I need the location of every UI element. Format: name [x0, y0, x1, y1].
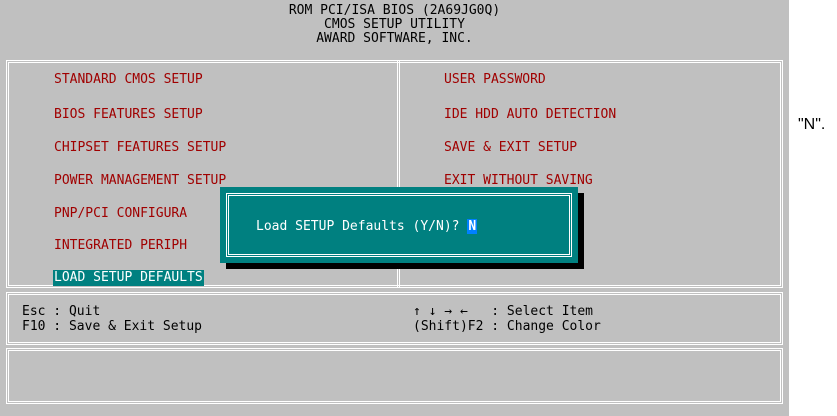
menu-item-integrated-peripherals[interactable]: INTEGRATED PERIPH	[53, 238, 188, 254]
menu-item-pnp-pci-configuration[interactable]: PNP/PCI CONFIGURA	[53, 206, 188, 222]
help-select-item: ↑ ↓ → ← : Select Item	[413, 304, 594, 319]
load-defaults-dialog: Load SETUP Defaults (Y/N)? N	[220, 187, 578, 263]
menu-item-bios-features-setup[interactable]: BIOS FEATURES SETUP	[53, 107, 204, 123]
help-change-color: (Shift)F2 : Change Color	[413, 319, 601, 334]
vendor-line: AWARD SOFTWARE, INC.	[316, 31, 473, 46]
side-caption-text: "N".	[798, 116, 826, 133]
menu-item-save-exit-setup[interactable]: SAVE & EXIT SETUP	[443, 140, 578, 156]
menu-item-chipset-features-setup[interactable]: CHIPSET FEATURES SETUP	[53, 140, 227, 156]
menu-item-load-setup-defaults[interactable]: LOAD SETUP DEFAULTS	[53, 270, 204, 286]
menu-item-ide-hdd-auto-detection[interactable]: IDE HDD AUTO DETECTION	[443, 107, 617, 123]
description-frame	[6, 348, 783, 404]
bios-setup-screen: ROM PCI/ISA BIOS (2A69JG0Q) CMOS SETUP U…	[0, 0, 789, 416]
dialog-prompt-text: Load SETUP Defaults (Y/N)?	[256, 219, 468, 234]
bios-header: ROM PCI/ISA BIOS (2A69JG0Q) CMOS SETUP U…	[0, 4, 789, 46]
menu-item-power-management-setup[interactable]: POWER MANAGEMENT SETUP	[53, 173, 227, 189]
utility-title-line: CMOS SETUP UTILITY	[324, 17, 465, 32]
bios-title-line: ROM PCI/ISA BIOS (2A69JG0Q)	[288, 3, 501, 18]
menu-item-user-password[interactable]: USER PASSWORD	[443, 72, 547, 88]
dialog-answer-input[interactable]: N	[467, 219, 478, 234]
help-f10-save-exit: F10 : Save & Exit Setup	[22, 319, 203, 334]
dialog-prompt: Load SETUP Defaults (Y/N)? N	[256, 219, 478, 235]
help-esc-quit: Esc : Quit	[22, 304, 101, 319]
menu-item-standard-cmos-setup[interactable]: STANDARD CMOS SETUP	[53, 72, 204, 88]
